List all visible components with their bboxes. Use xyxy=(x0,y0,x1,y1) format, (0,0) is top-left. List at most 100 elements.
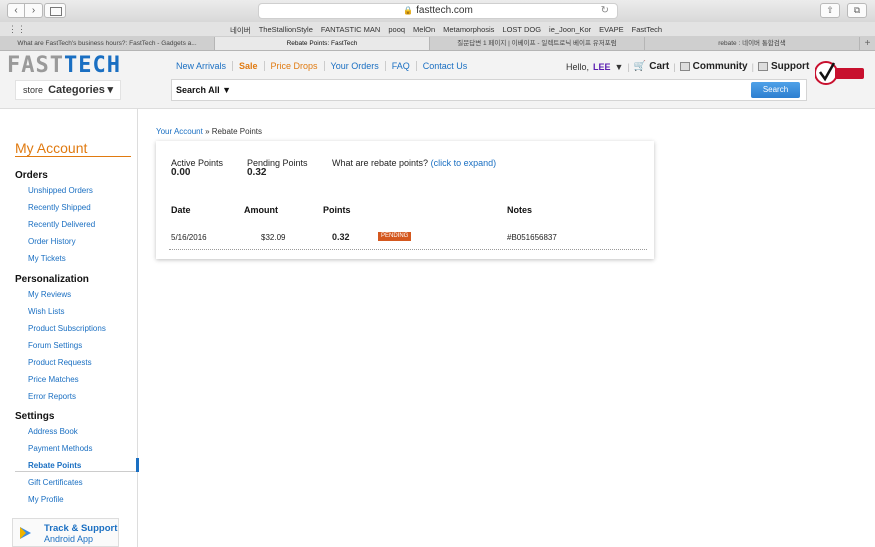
active-points-value: 0.00 xyxy=(171,167,191,178)
sidebar-item-gift-certificates[interactable]: Gift Certificates xyxy=(28,478,83,487)
grid-icon[interactable]: ⋮⋮ xyxy=(8,24,26,35)
nav-sale[interactable]: Sale xyxy=(233,61,265,71)
user-bar: Hello, LEE ▼ | 🛒 Cart | Community | Suppo… xyxy=(566,61,810,72)
sidebar-item-payment-methods[interactable]: Payment Methods xyxy=(28,444,92,453)
col-header-points: Points xyxy=(323,205,351,215)
breadcrumb-your-account[interactable]: Your Account xyxy=(156,127,203,136)
search-scope-dropdown[interactable]: Search All ▼ xyxy=(176,85,231,95)
status-badge: PENDING xyxy=(378,232,412,241)
show-tabs-icon[interactable]: ⧉ xyxy=(847,3,867,18)
community-link[interactable]: Community xyxy=(679,61,748,72)
bookmark-list: 네이버 TheStallionStyle FANTASTIC MAN pooq … xyxy=(230,25,662,36)
forward-button[interactable]: › xyxy=(25,3,43,18)
sidebar-title: My Account xyxy=(15,140,88,156)
bookmark-item[interactable]: Metamorphosis xyxy=(443,25,494,36)
sidebar-item-address-book[interactable]: Address Book xyxy=(28,427,78,436)
community-icon xyxy=(679,62,690,71)
row-notes: #B051656837 xyxy=(507,233,557,242)
rebate-info: What are rebate points? (click to expand… xyxy=(332,158,497,168)
rebate-points-card: Active Points 0.00 Pending Points 0.32 W… xyxy=(156,141,654,259)
sidebar-item-recently-delivered[interactable]: Recently Delivered xyxy=(28,220,95,229)
categories-menu[interactable]: store Categories ▾ xyxy=(15,80,121,100)
app-banner-line1: Track & Support xyxy=(44,523,118,534)
fasttech-logo[interactable]: FASTTECH xyxy=(7,55,121,77)
browser-toolbar: ‹ › 🔒 fasttech.com ↻ ⇧ ⧉ xyxy=(0,0,875,22)
section-personalization: Personalization xyxy=(15,274,89,285)
search-button[interactable]: Search xyxy=(751,82,800,98)
row-amount: $32.09 xyxy=(261,233,286,242)
sidebar-toggle-icon[interactable] xyxy=(44,3,66,18)
bookmark-item[interactable]: pooq xyxy=(388,25,405,36)
hello-text: Hello, xyxy=(566,61,590,72)
sidebar-divider xyxy=(15,156,131,157)
active-points-stat: Active Points 0.00 xyxy=(171,158,224,178)
bookmark-item[interactable]: FANTASTIC MAN xyxy=(321,25,380,36)
sidebar-item-recently-shipped[interactable]: Recently Shipped xyxy=(28,203,91,212)
cart-link[interactable]: 🛒 Cart xyxy=(634,61,669,72)
app-banner-line2: Android App xyxy=(44,534,94,544)
top-nav: New Arrivals Sale Price Drops Your Order… xyxy=(176,61,473,71)
new-tab-icon[interactable]: + xyxy=(860,37,875,50)
col-header-amount: Amount xyxy=(244,205,278,215)
sidebar-item-price-matches[interactable]: Price Matches xyxy=(28,375,79,384)
sidebar-item-wish-lists[interactable]: Wish Lists xyxy=(28,307,64,316)
breadcrumb: Your Account » Rebate Points xyxy=(156,127,263,136)
sidebar-item-unshipped-orders[interactable]: Unshipped Orders xyxy=(28,186,93,195)
section-settings: Settings xyxy=(15,411,55,422)
support-icon xyxy=(757,62,768,71)
bookmark-item[interactable]: EVAPE xyxy=(599,25,623,36)
col-header-notes: Notes xyxy=(507,205,533,215)
history-buttons: ‹ › xyxy=(7,3,43,18)
sidebar-item-error-reports[interactable]: Error Reports xyxy=(28,392,76,401)
browser-tab[interactable]: rebate : 네이버 통합검색 xyxy=(645,37,860,50)
expand-link[interactable]: (click to expand) xyxy=(431,158,497,168)
sidebar-item-forum-settings[interactable]: Forum Settings xyxy=(28,341,82,350)
browser-tab[interactable]: 질문답변 1 페이지 | 이베이프 - 일렉트로닉 베이프 유저포럼 xyxy=(430,37,645,50)
bookmark-item[interactable]: ie_Joon_Kor xyxy=(549,25,591,36)
reload-icon[interactable]: ↻ xyxy=(601,4,609,18)
user-menu[interactable]: LEE xyxy=(593,62,611,72)
tab-bar: What are FastTech's business hours?: Fas… xyxy=(0,37,875,51)
support-link[interactable]: Support xyxy=(757,61,809,72)
caret-down-icon[interactable]: ▼ xyxy=(615,62,624,72)
bookmark-item[interactable]: MelOn xyxy=(413,25,435,36)
sidebar-item-product-subscriptions[interactable]: Product Subscriptions xyxy=(28,324,106,333)
col-header-date: Date xyxy=(171,205,191,215)
pending-points-value: 0.32 xyxy=(247,167,267,178)
bookmark-item[interactable]: LOST DOG xyxy=(502,25,541,36)
sidebar-item-my-reviews[interactable]: My Reviews xyxy=(28,290,71,299)
share-icon[interactable]: ⇧ xyxy=(820,3,840,18)
android-app-banner[interactable]: Track & Support Android App xyxy=(12,518,119,547)
sidebar-item-order-history[interactable]: Order History xyxy=(28,237,76,246)
nav-faq[interactable]: FAQ xyxy=(386,61,417,71)
breadcrumb-current: Rebate Points xyxy=(211,127,263,136)
site-header: FASTTECH store Categories ▾ New Arrivals… xyxy=(0,51,875,109)
sidebar-item-my-profile[interactable]: My Profile xyxy=(28,495,64,504)
url-text: fasttech.com xyxy=(416,5,473,16)
nav-your-orders[interactable]: Your Orders xyxy=(325,61,386,71)
back-button[interactable]: ‹ xyxy=(7,3,25,18)
search-bar[interactable]: Search All ▼ Search xyxy=(171,79,807,101)
bookmark-item[interactable]: FastTech xyxy=(632,25,662,36)
nav-price-drops[interactable]: Price Drops xyxy=(265,61,325,71)
chevron-down-icon: ▾ xyxy=(107,84,113,96)
section-orders: Orders xyxy=(15,170,48,181)
sidebar-item-rebate-points[interactable]: Rebate Points xyxy=(28,461,81,470)
bookmarks-bar: ⋮⋮ 네이버 TheStallionStyle FANTASTIC MAN po… xyxy=(0,22,875,37)
browser-tab[interactable]: What are FastTech's business hours?: Fas… xyxy=(0,37,215,50)
verisign-seal-icon[interactable] xyxy=(815,59,865,87)
address-bar[interactable]: 🔒 fasttech.com ↻ xyxy=(258,3,618,19)
nav-new-arrivals[interactable]: New Arrivals xyxy=(176,61,234,71)
lock-icon: 🔒 xyxy=(403,6,414,15)
row-divider xyxy=(169,249,647,250)
pending-points-stat: Pending Points 0.32 xyxy=(247,158,308,178)
browser-tab-active[interactable]: Rebate Points: FastTech xyxy=(215,37,430,50)
nav-contact-us[interactable]: Contact Us xyxy=(417,61,474,71)
account-sidebar: My Account Orders Unshipped Orders Recen… xyxy=(0,109,139,547)
sidebar-item-my-tickets[interactable]: My Tickets xyxy=(28,254,66,263)
active-item-indicator xyxy=(136,458,139,472)
sidebar-item-product-requests[interactable]: Product Requests xyxy=(28,358,92,367)
play-store-icon xyxy=(20,527,31,539)
bookmark-item[interactable]: 네이버 xyxy=(230,25,251,36)
bookmark-item[interactable]: TheStallionStyle xyxy=(259,25,313,36)
